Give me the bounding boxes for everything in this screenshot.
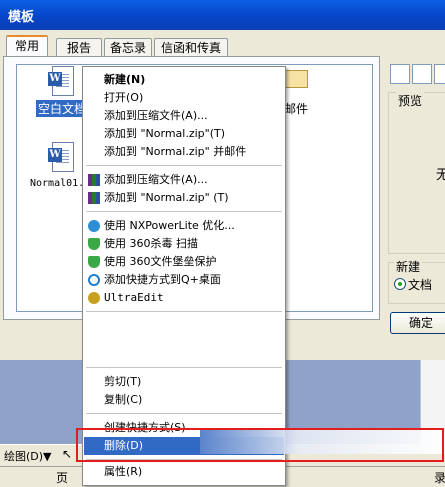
tab-letters-faxes[interactable]: 信函和传真 <box>154 38 228 57</box>
highlight-annotation-box <box>76 428 444 462</box>
winrar-icon <box>88 192 100 204</box>
shield-icon <box>88 256 100 268</box>
ok-button[interactable]: 确定 <box>390 312 445 334</box>
menu-item-open[interactable]: 打开(O) <box>84 89 284 107</box>
email-template-label[interactable]: 邮件 <box>284 100 308 117</box>
menu-item-cut[interactable]: 剪切(T) <box>84 373 284 391</box>
list-view-button[interactable] <box>412 64 432 84</box>
context-menu: 新建(N) 打开(O) 添加到压缩文件(A)... 添加到 "Normal.zi… <box>82 66 286 486</box>
tab-memo[interactable]: 备忘录 <box>104 38 152 57</box>
menu-separator <box>86 311 282 312</box>
menu-separator <box>86 413 282 414</box>
draw-menu[interactable]: 绘图(D)▼ <box>4 448 52 464</box>
menu-item-ultraedit[interactable]: UltraEdit <box>84 289 284 307</box>
new-label: 新建 <box>394 258 423 275</box>
preview-label: 预览 <box>396 92 425 109</box>
menu-item-nxpowerlite[interactable]: 使用 NXPowerLite 优化... <box>84 217 284 235</box>
menu-separator <box>86 211 282 212</box>
menu-item-360-scan[interactable]: 使用 360杀毒 扫描 <box>84 235 284 253</box>
blank-document-label[interactable]: 空白文档 <box>36 100 89 117</box>
menu-item-add-to-archive[interactable]: 添加到压缩文件(A)... <box>84 107 284 125</box>
preview-text: 无 <box>436 168 445 183</box>
pointer-icon[interactable]: ↖ <box>62 447 72 461</box>
radio-document-label[interactable]: 文档 <box>408 276 432 293</box>
menu-item-add-shortcut-qplus[interactable]: 添加快捷方式到Q+桌面 <box>84 271 284 289</box>
menu-item-copy[interactable]: 复制(C) <box>84 391 284 409</box>
envelope-icon[interactable] <box>284 70 308 88</box>
menu-item-winrar-add-archive[interactable]: 添加到压缩文件(A)... <box>84 171 284 189</box>
shield-icon <box>88 238 100 250</box>
normal01-label[interactable]: Normal01. <box>30 178 84 189</box>
menu-item-properties[interactable]: 属性(R) <box>84 463 284 481</box>
ultraedit-icon <box>88 292 100 304</box>
large-icons-view-button[interactable] <box>390 64 410 84</box>
dialog-title: 模板 <box>8 10 35 25</box>
menu-separator <box>86 165 282 166</box>
menu-separator <box>86 367 282 368</box>
menu-item-winrar-add-normal-zip[interactable]: 添加到 "Normal.zip" (T) <box>84 189 284 207</box>
status-page: 页 <box>56 471 69 485</box>
radio-document[interactable] <box>394 278 406 290</box>
dialog-titlebar[interactable]: 模板 <box>0 0 445 30</box>
word-document-icon[interactable]: W <box>48 66 74 98</box>
details-view-button[interactable] <box>434 64 445 84</box>
menu-item-add-to-normal-zip[interactable]: 添加到 "Normal.zip"(T) <box>84 125 284 143</box>
menu-item-add-to-zip-and-email[interactable]: 添加到 "Normal.zip" 并邮件 <box>84 143 284 161</box>
winrar-icon <box>88 174 100 186</box>
tab-report[interactable]: 报告 <box>56 38 102 57</box>
word-document-icon[interactable]: W <box>48 142 74 174</box>
nxpowerlite-icon <box>88 220 100 232</box>
qplus-icon <box>88 274 100 286</box>
menu-item-360-protect[interactable]: 使用 360文件堡垒保护 <box>84 253 284 271</box>
menu-item-new[interactable]: 新建(N) <box>84 71 284 89</box>
status-record: 录 <box>434 471 445 485</box>
